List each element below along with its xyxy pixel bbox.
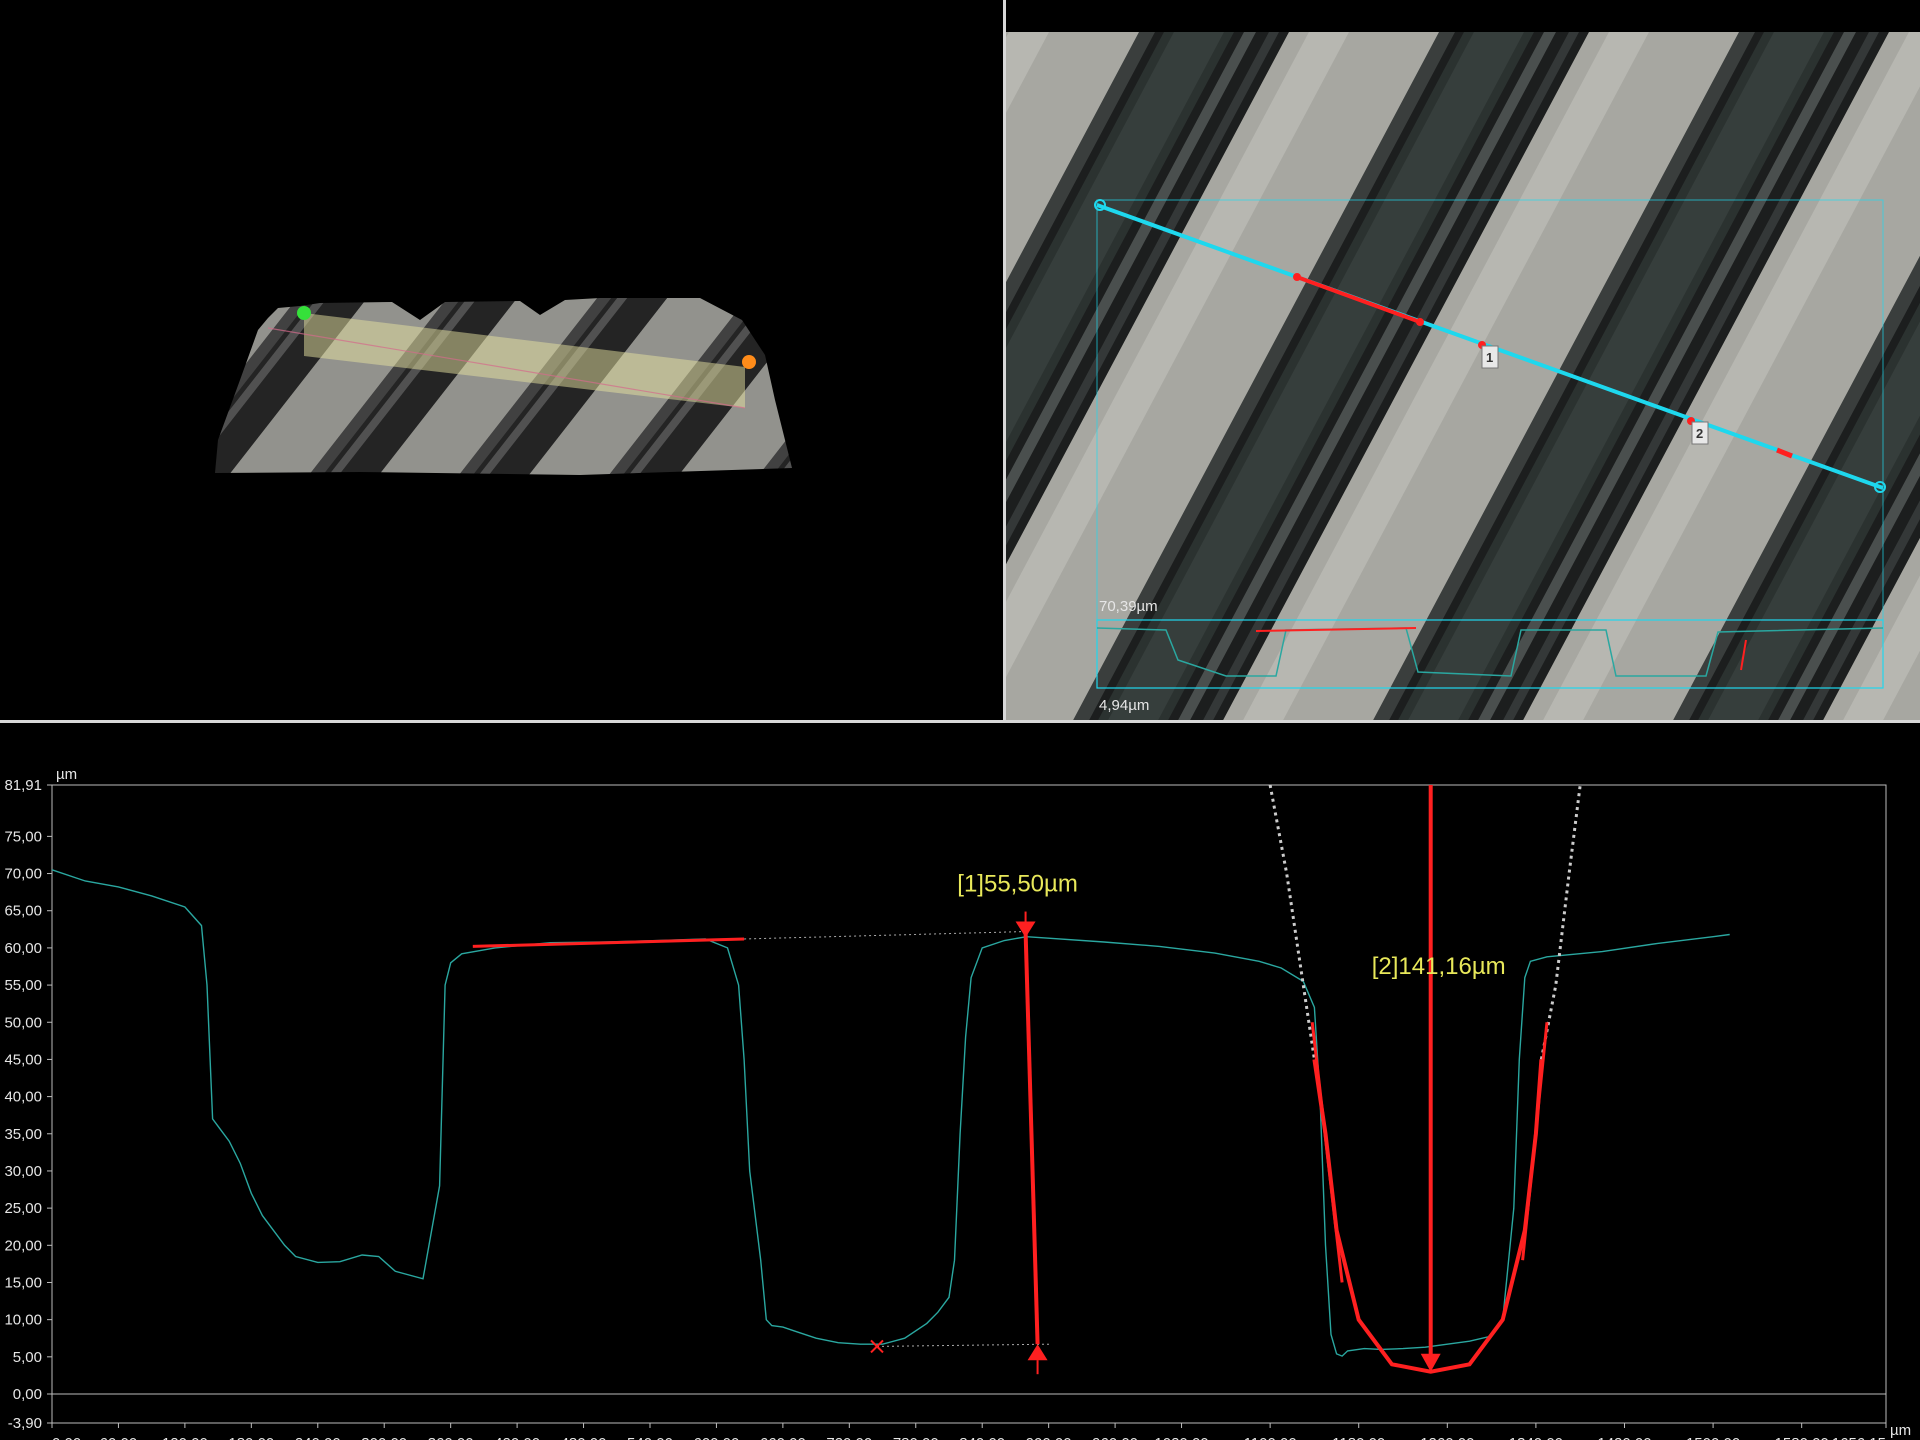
x-tick-label: 0,00 [52,1435,81,1440]
x-tick-label: 1260,00 [1420,1435,1474,1440]
start-marker[interactable] [297,306,311,320]
y-tick-label: 30,00 [4,1163,42,1180]
x-tick-label: 240,00 [295,1435,341,1440]
y-tick-label: 60,00 [4,940,42,957]
y-tick-label: 75,00 [4,828,42,845]
y-tick-label: 5,00 [13,1349,42,1366]
x-tick-label: 1500,00 [1686,1435,1740,1440]
y-tick-label: 20,00 [4,1237,42,1254]
y-tick-label: 70,00 [4,866,42,883]
x-tick-label: 360,00 [428,1435,474,1440]
x-tick-label: 540,00 [627,1435,673,1440]
3d-view-pane[interactable] [0,0,1003,720]
badge-2[interactable]: 2 [1691,421,1709,445]
y-tick-label: 25,00 [4,1200,42,1217]
measure-layer[interactable]: [1]55,50µm [2]141,16µm [472,784,1582,1375]
y-tick-label: 15,00 [4,1274,42,1291]
x-unit-label: µm [1890,1422,1911,1439]
inset-min-label: 4,94µm [1099,697,1149,714]
measure-label-1: [1]55,50µm [957,871,1078,898]
x-tick-label: 840,00 [959,1435,1005,1440]
x-tick-label: 960,00 [1092,1435,1138,1440]
svg-text:1: 1 [1486,350,1493,365]
arrow-up-1 [1027,1344,1048,1361]
y-tick-label: 45,00 [4,1051,42,1068]
y-unit-label: µm [56,766,77,783]
y-tick-label: 35,00 [4,1126,42,1143]
y-tick-label: 50,00 [4,1014,42,1031]
x-tick-label: 60,00 [100,1435,138,1440]
inset-max-label: 70,39µm [1099,598,1158,615]
x-tick-label: 1180,00 [1332,1435,1385,1440]
badge-1[interactable]: 1 [1481,345,1499,369]
profile-chart[interactable]: 81,91 75,00 70,00 65,00 60,00 55,00 50,00 45,00… [0,723,1920,1440]
end-marker[interactable] [742,355,756,369]
y-tick-label: 10,00 [4,1312,42,1329]
y-tick-label: 55,00 [4,977,42,994]
profile-layer [51,869,1730,1357]
y-tick-label: 81,91 [4,777,42,794]
measure-label-2: [2]141,16µm [1372,953,1506,980]
x-tick-label: 120,00 [162,1435,208,1440]
y-tick-label: -3,90 [8,1415,42,1432]
x-tick-label: 1100,00 [1244,1435,1297,1440]
x-tick-label: 780,00 [893,1435,939,1440]
y-tick-label: 0,00 [13,1386,42,1403]
tangent-left [1310,1022,1344,1283]
x-tick-label: 1020,00 [1154,1435,1208,1440]
x-tick-label: 420,00 [494,1435,540,1440]
x-tick-label: 480,00 [561,1435,607,1440]
measure-line-1 [1023,931,1040,1345]
x-tick-label: 1580,00 [1775,1435,1829,1440]
reference-segment-1 [472,937,745,948]
x-tick-label: 720,00 [826,1435,872,1440]
x-tick-label: 1656,15 [1832,1435,1886,1440]
x-tick-label: 1420,00 [1597,1435,1651,1440]
3d-surface-view[interactable] [0,0,1003,720]
min-guide-1 [876,1343,1050,1347]
y-axis: 81,91 75,00 70,00 65,00 60,00 55,00 50,00 45,00… [4,777,1886,1432]
y-tick-label: 40,00 [4,1089,42,1106]
x-tick-label: 600,00 [693,1435,739,1440]
x-tick-label: 1340,00 [1509,1435,1563,1440]
reference-guide-1 [744,931,1026,940]
tangent-right [1521,1022,1549,1261]
x-tick-label: 180,00 [228,1435,274,1440]
x-tick-label: 660,00 [760,1435,806,1440]
fit-guide-left [1268,784,1316,1060]
svg-text:2: 2 [1696,426,1703,441]
profile-chart-pane[interactable]: 81,91 75,00 70,00 65,00 60,00 55,00 50,00 45,00… [0,723,1920,1440]
x-tick-label: 300,00 [361,1435,407,1440]
y-tick-label: 65,00 [4,903,42,920]
x-axis: 0,00 60,00 120,00 180,00 240,00 300,00 360,00 4… [51,1423,1887,1440]
fit-curve [1312,1059,1544,1374]
fit-guide-right [1539,784,1582,1060]
x-tick-label: 900,00 [1026,1435,1072,1440]
profile-series [51,869,1730,1357]
microscope-image[interactable]: 70,39µm 4,94µm 1 2 [1006,0,1920,720]
microscope-image-pane[interactable]: 70,39µm 4,94µm 1 2 [1006,0,1920,720]
